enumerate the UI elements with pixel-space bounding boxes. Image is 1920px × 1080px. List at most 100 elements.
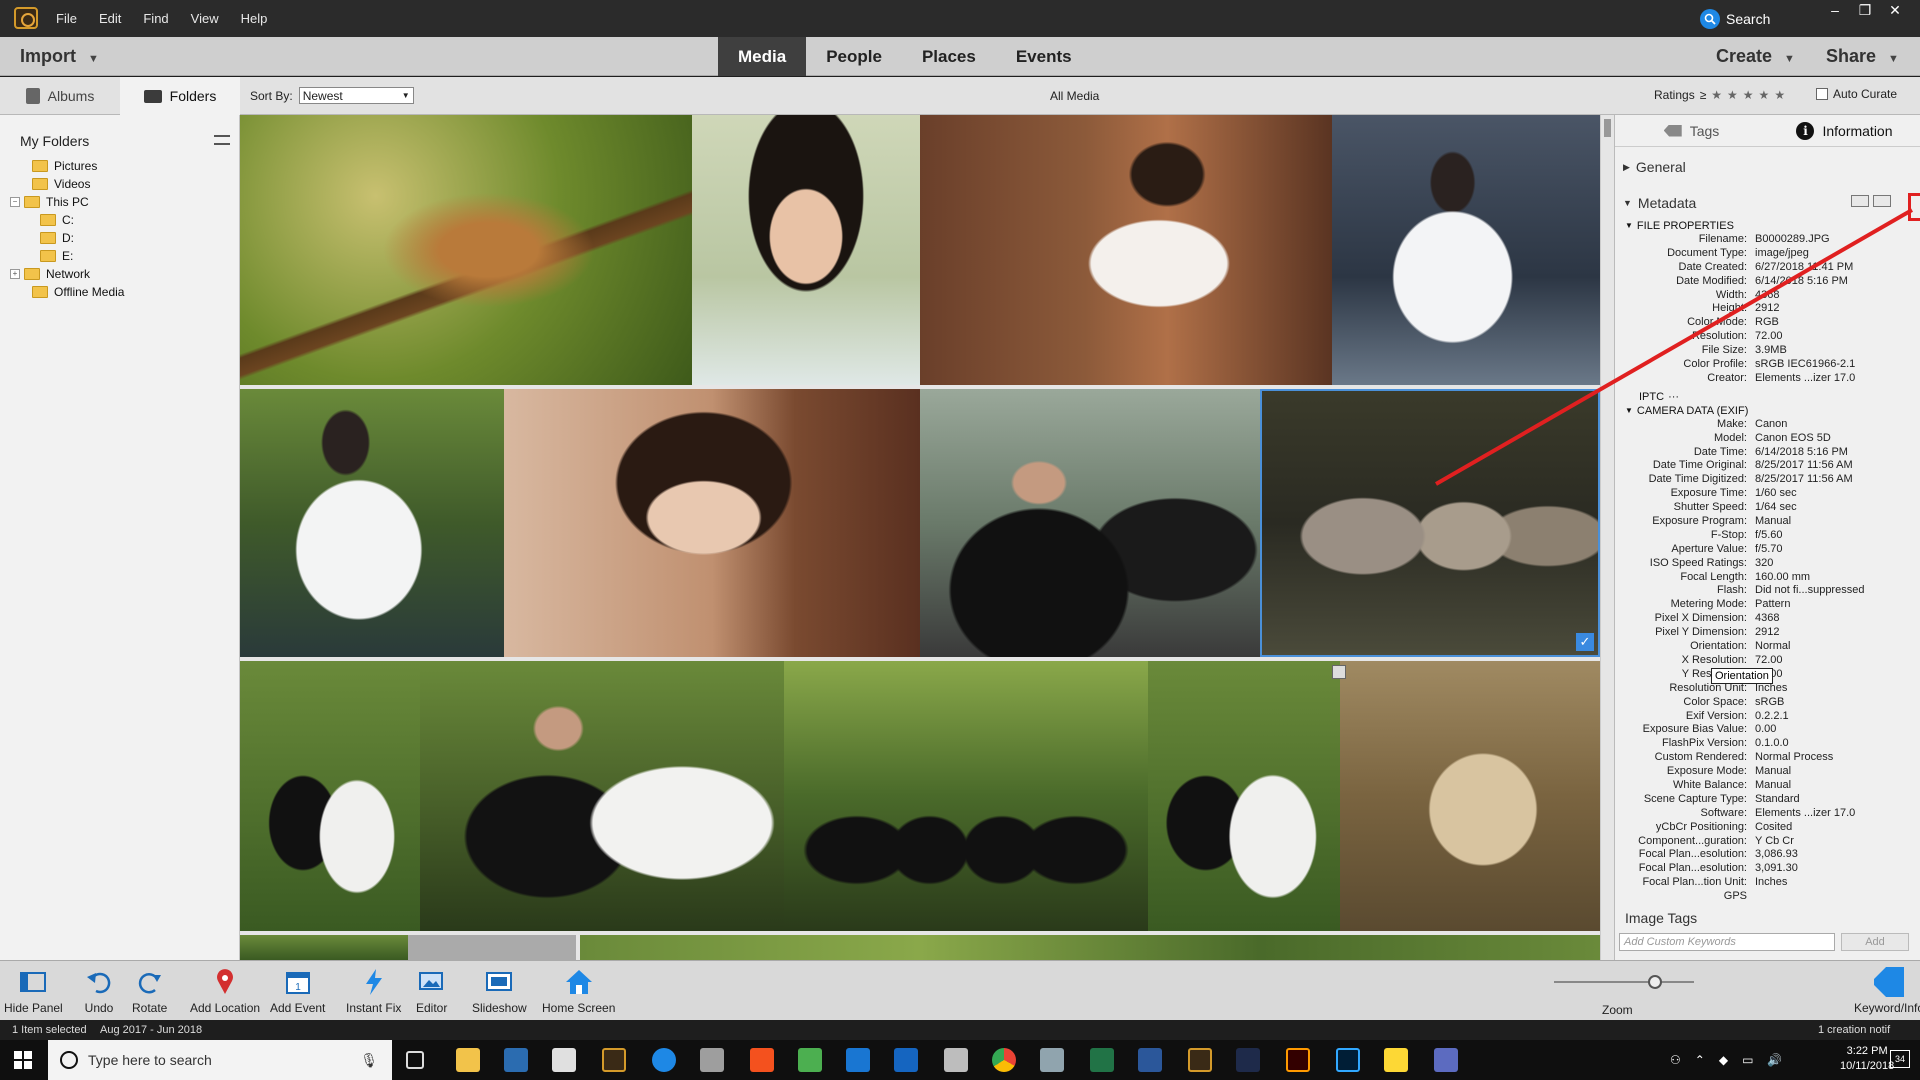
instant-fix-button[interactable]: Instant Fix (346, 967, 401, 1015)
sticky-notes-icon[interactable] (1384, 1048, 1408, 1072)
complete-view-icon[interactable] (1873, 195, 1891, 207)
photo-thumbnail[interactable] (1148, 661, 1340, 931)
photo-thumbnail[interactable] (1332, 661, 1600, 931)
clock[interactable]: 3:22 PM 10/11/2018 (1840, 1044, 1894, 1074)
tab-media[interactable]: Media (718, 37, 807, 76)
chrome-icon[interactable] (992, 1048, 1016, 1072)
tree-item-d[interactable]: D: (10, 229, 124, 247)
tab-places[interactable]: Places (902, 37, 996, 76)
menu-find[interactable]: Find (143, 11, 168, 26)
photo-thumbnail[interactable] (240, 115, 692, 385)
tab-tags[interactable]: Tags (1615, 115, 1768, 146)
tree-item-offline-media[interactable]: Offline Media (10, 283, 124, 301)
elements-organizer-icon[interactable] (602, 1048, 626, 1072)
menu-file[interactable]: File (56, 11, 77, 26)
windows-start-icon[interactable] (14, 1051, 32, 1069)
tree-item-e[interactable]: E: (10, 247, 124, 265)
maximize-button[interactable]: ❐ (1850, 0, 1880, 20)
keyword-info-button[interactable]: Keyword/Info (1854, 967, 1920, 1015)
printer-icon[interactable] (944, 1048, 968, 1072)
keyword-input[interactable]: Add Custom Keywords (1619, 933, 1835, 951)
tree-item-videos[interactable]: Videos (10, 175, 124, 193)
camera-data-header[interactable]: ▼ CAMERA DATA (EXIF) (1615, 404, 1915, 418)
edge-icon[interactable] (652, 1048, 676, 1072)
elements-editor-icon[interactable] (1236, 1048, 1260, 1072)
tree-item-network[interactable]: + Network (10, 265, 124, 283)
slideshow-button[interactable]: Slideshow (472, 967, 527, 1015)
app-icon[interactable] (1434, 1048, 1458, 1072)
paint-icon[interactable] (1040, 1048, 1064, 1072)
tab-events[interactable]: Events (996, 37, 1092, 76)
add-keyword-button[interactable]: Add (1841, 933, 1909, 951)
excel-icon[interactable] (1090, 1048, 1114, 1072)
share-button[interactable]: Share ▼ (1826, 46, 1899, 67)
word-icon[interactable] (1138, 1048, 1162, 1072)
notification-status[interactable]: 1 creation notif (1818, 1024, 1890, 1036)
general-section[interactable]: ▶ General (1623, 159, 1686, 175)
people-icon[interactable]: ⚇ (1670, 1053, 1681, 1067)
panel-menu-icon[interactable] (214, 135, 230, 145)
expand-icon[interactable]: + (10, 269, 20, 279)
photoshop-icon[interactable] (1336, 1048, 1360, 1072)
chevron-up-icon[interactable]: ⌃ (1695, 1053, 1705, 1067)
photo-thumbnail[interactable] (504, 389, 920, 657)
app-icon[interactable] (798, 1048, 822, 1072)
editor-button[interactable]: Editor (416, 967, 447, 1015)
minimize-button[interactable]: – (1820, 0, 1850, 20)
grid-scrollbar[interactable] (1600, 115, 1614, 960)
brief-view-icon[interactable] (1851, 195, 1869, 207)
menu-edit[interactable]: Edit (99, 11, 121, 26)
menu-view[interactable]: View (191, 11, 219, 26)
tree-item-pictures[interactable]: Pictures (10, 157, 124, 175)
undo-button[interactable]: Undo (84, 967, 114, 1015)
hide-panel-button[interactable]: Hide Panel (4, 967, 63, 1015)
add-event-button[interactable]: 1 Add Event (270, 967, 325, 1015)
elements-organizer-active-icon[interactable] (1188, 1048, 1212, 1072)
home-screen-button[interactable]: Home Screen (542, 967, 615, 1015)
photo-thumbnail[interactable] (692, 115, 920, 385)
iptc-header[interactable]: IPTC ··· (1615, 390, 1915, 404)
photo-thumbnail[interactable] (784, 661, 1148, 931)
close-button[interactable]: ✕ (1880, 0, 1910, 20)
tree-item-c[interactable]: C: (10, 211, 124, 229)
photo-thumbnail[interactable] (240, 935, 408, 960)
scroll-thumb[interactable] (1604, 119, 1611, 137)
os-search-box[interactable]: Type here to search 🎙 (48, 1040, 392, 1080)
tab-folders[interactable]: Folders (120, 77, 240, 115)
notification-center-icon[interactable]: 34 (1890, 1050, 1910, 1068)
file-explorer-icon[interactable] (456, 1048, 480, 1072)
photo-thumbnail[interactable] (240, 389, 504, 657)
photo-thumbnail[interactable] (408, 935, 576, 960)
menu-help[interactable]: Help (241, 11, 268, 26)
photo-thumbnail[interactable] (920, 115, 1332, 385)
rotate-button[interactable]: Rotate (132, 967, 167, 1015)
database-icon[interactable] (700, 1048, 724, 1072)
photo-thumbnail[interactable] (920, 389, 1260, 657)
metadata-section[interactable]: ▼ Metadata (1623, 195, 1696, 211)
title-search-button[interactable]: Search (1700, 7, 1770, 31)
photo-thumbnail[interactable] (240, 661, 420, 931)
create-button[interactable]: Create ▼ (1716, 46, 1795, 67)
volume-icon[interactable]: 🔊 (1767, 1053, 1782, 1067)
task-view-icon[interactable] (406, 1051, 424, 1069)
camera-app-icon[interactable] (750, 1048, 774, 1072)
dropbox-icon[interactable]: ◆ (1719, 1053, 1728, 1067)
network-icon[interactable]: ▭ (1742, 1053, 1753, 1067)
remote-desktop-icon[interactable] (846, 1048, 870, 1072)
tab-albums[interactable]: Albums (0, 77, 120, 115)
auto-curate-checkbox[interactable] (1816, 88, 1828, 100)
tab-information[interactable]: i Information (1768, 115, 1920, 146)
tree-item-this-pc[interactable]: − This PC (10, 193, 124, 211)
collapse-icon[interactable]: − (10, 197, 20, 207)
outlook-icon[interactable] (894, 1048, 918, 1072)
photo-thumbnail[interactable] (1332, 115, 1600, 385)
photo-thumbnail[interactable] (580, 935, 1600, 960)
rating-stars[interactable]: ★★★★★ (1711, 88, 1790, 102)
file-properties-header[interactable]: ▼ FILE PROPERTIES (1615, 219, 1915, 233)
import-button[interactable]: Import ▼ (20, 46, 99, 67)
add-location-button[interactable]: Add Location (190, 967, 260, 1015)
store-icon[interactable] (504, 1048, 528, 1072)
photo-thumbnail[interactable] (420, 661, 784, 931)
zoom-slider[interactable] (1554, 981, 1694, 983)
auto-curate[interactable]: Auto Curate (1816, 87, 1897, 101)
